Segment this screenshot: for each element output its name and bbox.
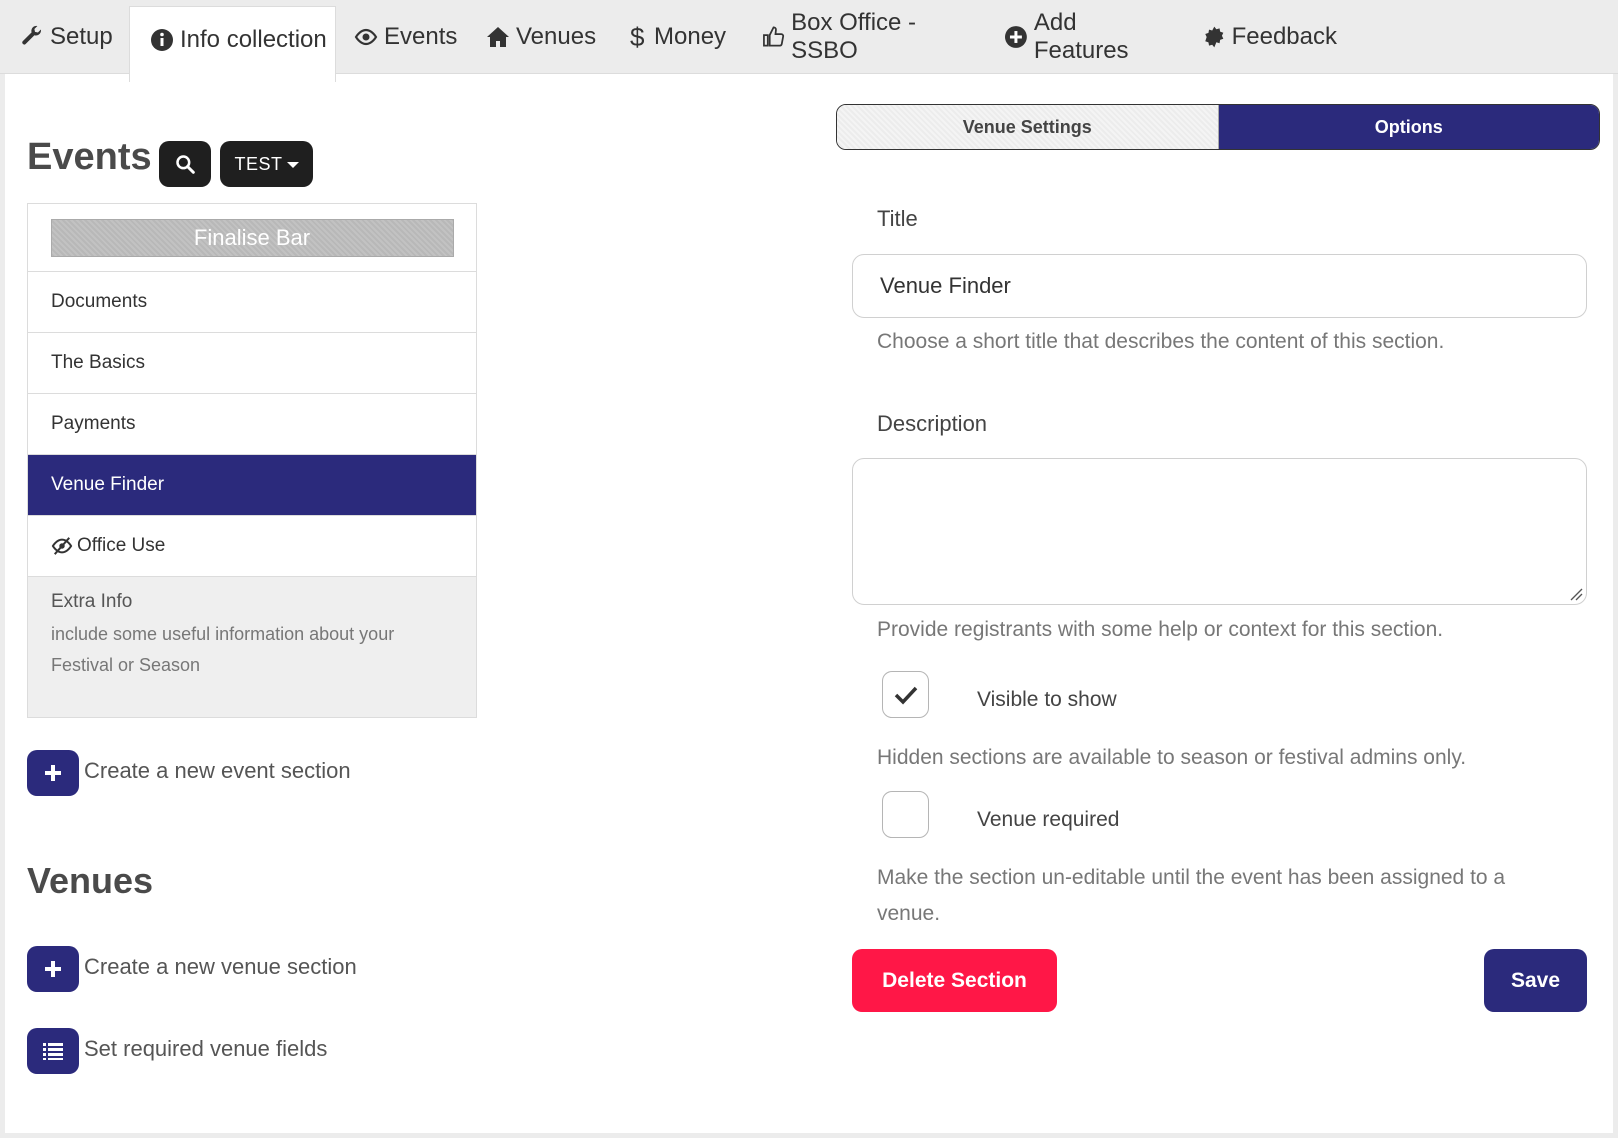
tab-label: Events: [384, 23, 458, 50]
visible-help: Hidden sections are available to season …: [877, 746, 1467, 769]
visible-label[interactable]: Visible to show: [977, 688, 1117, 712]
search-button[interactable]: [159, 141, 211, 187]
frame-left: [0, 74, 5, 1138]
title-label: Title: [877, 206, 918, 231]
create-venue-section-link[interactable]: Create a new venue section: [84, 954, 357, 980]
top-nav: Setup Info collection Events Venues $ Mo…: [0, 0, 1618, 82]
tab-feedback[interactable]: Feedback: [1177, 0, 1337, 74]
list-item-label: Office Use: [77, 535, 166, 556]
list-icon: [43, 1043, 63, 1060]
extra-info-title: Extra Info: [51, 591, 133, 612]
tab-label: Add Features: [1033, 9, 1129, 64]
tab-money[interactable]: $ Money: [606, 0, 742, 74]
certificate-icon: [1205, 26, 1224, 48]
title-help: Choose a short title that describes the …: [877, 330, 1445, 353]
required-venue-fields-link[interactable]: Set required venue fields: [84, 1036, 327, 1062]
eye-slash-icon: [51, 537, 73, 555]
event-section-list: Finalise Bar Documents The Basics Paymen…: [27, 203, 477, 718]
check-icon: [894, 686, 917, 705]
info-circle-icon: [151, 28, 173, 51]
list-item-label: Payments: [51, 413, 136, 434]
list-item-label: Documents: [51, 291, 148, 312]
events-heading: Events: [27, 136, 152, 178]
filter-dropdown-button[interactable]: TEST: [220, 141, 313, 187]
venue-required-label[interactable]: Venue required: [977, 808, 1119, 832]
description-label: Description: [877, 411, 988, 436]
eye-icon: [354, 28, 378, 46]
dollar-icon: $: [630, 22, 645, 52]
tab-add-features[interactable]: Add Features: [982, 0, 1177, 74]
venues-heading: Venues: [27, 860, 154, 901]
list-item-the-basics[interactable]: The Basics: [28, 333, 476, 394]
tab-label: Info collection: [180, 25, 327, 53]
caret-down-icon: [286, 162, 299, 168]
thumbs-up-icon: [763, 26, 785, 47]
plus-icon: [45, 765, 61, 781]
tab-info-collection[interactable]: Info collection: [129, 6, 336, 82]
tab-label: Venues: [516, 23, 597, 50]
search-icon: [176, 155, 195, 174]
tab-label: Money: [654, 23, 727, 50]
frame-right: [1613, 74, 1618, 1138]
create-venue-section-button[interactable]: [27, 946, 79, 992]
description-textarea[interactable]: [852, 458, 1587, 605]
tab-label: Setup: [50, 23, 113, 50]
title-input[interactable]: [852, 254, 1587, 318]
list-item-label: The Basics: [51, 352, 145, 373]
venue-required-checkbox[interactable]: [882, 791, 929, 838]
tab-options[interactable]: Options: [1218, 105, 1599, 149]
tab-venues[interactable]: Venues: [466, 0, 606, 74]
venue-required-help: Make the section un-editable until the e…: [877, 866, 1506, 925]
extra-info-block: Extra Info include some useful informati…: [28, 577, 476, 717]
list-item-office-use[interactable]: Office Use: [28, 516, 476, 577]
list-item-label: Venue Finder: [51, 474, 165, 495]
required-venue-fields-button[interactable]: [27, 1028, 79, 1074]
save-button[interactable]: Save: [1484, 949, 1587, 1012]
list-item-documents[interactable]: Documents: [28, 272, 476, 333]
description-help: Provide registrants with some help or co…: [877, 618, 1444, 641]
create-event-section-link[interactable]: Create a new event section: [84, 758, 351, 784]
plus-icon: [45, 961, 61, 977]
wrench-icon: [22, 25, 41, 45]
tab-events[interactable]: Events: [336, 0, 466, 74]
visible-checkbox[interactable]: [882, 671, 929, 718]
filter-label: TEST: [234, 153, 283, 174]
list-item-venue-finder[interactable]: Venue Finder: [28, 455, 476, 516]
tab-setup[interactable]: Setup: [0, 0, 129, 74]
resize-grip-icon[interactable]: [1569, 587, 1583, 601]
finalise-bar-row: Finalise Bar: [28, 204, 476, 272]
tab-label: Box Office - SSBO: [791, 9, 917, 64]
tab-label: Feedback: [1231, 23, 1337, 50]
plus-circle-icon: [1004, 26, 1027, 48]
tab-box-office[interactable]: Box Office - SSBO: [742, 0, 982, 74]
finalise-bar[interactable]: Finalise Bar: [50, 218, 454, 257]
tab-venue-settings[interactable]: Venue Settings: [837, 105, 1219, 149]
create-event-section-button[interactable]: [27, 750, 79, 796]
list-item-payments[interactable]: Payments: [28, 394, 476, 455]
delete-section-button[interactable]: Delete Section: [852, 949, 1057, 1012]
home-icon: [487, 27, 509, 47]
frame-bottom: [0, 1133, 1618, 1138]
extra-info-description: include some useful information about yo…: [51, 624, 395, 675]
panel-tabs: Venue Settings Options: [836, 104, 1600, 150]
